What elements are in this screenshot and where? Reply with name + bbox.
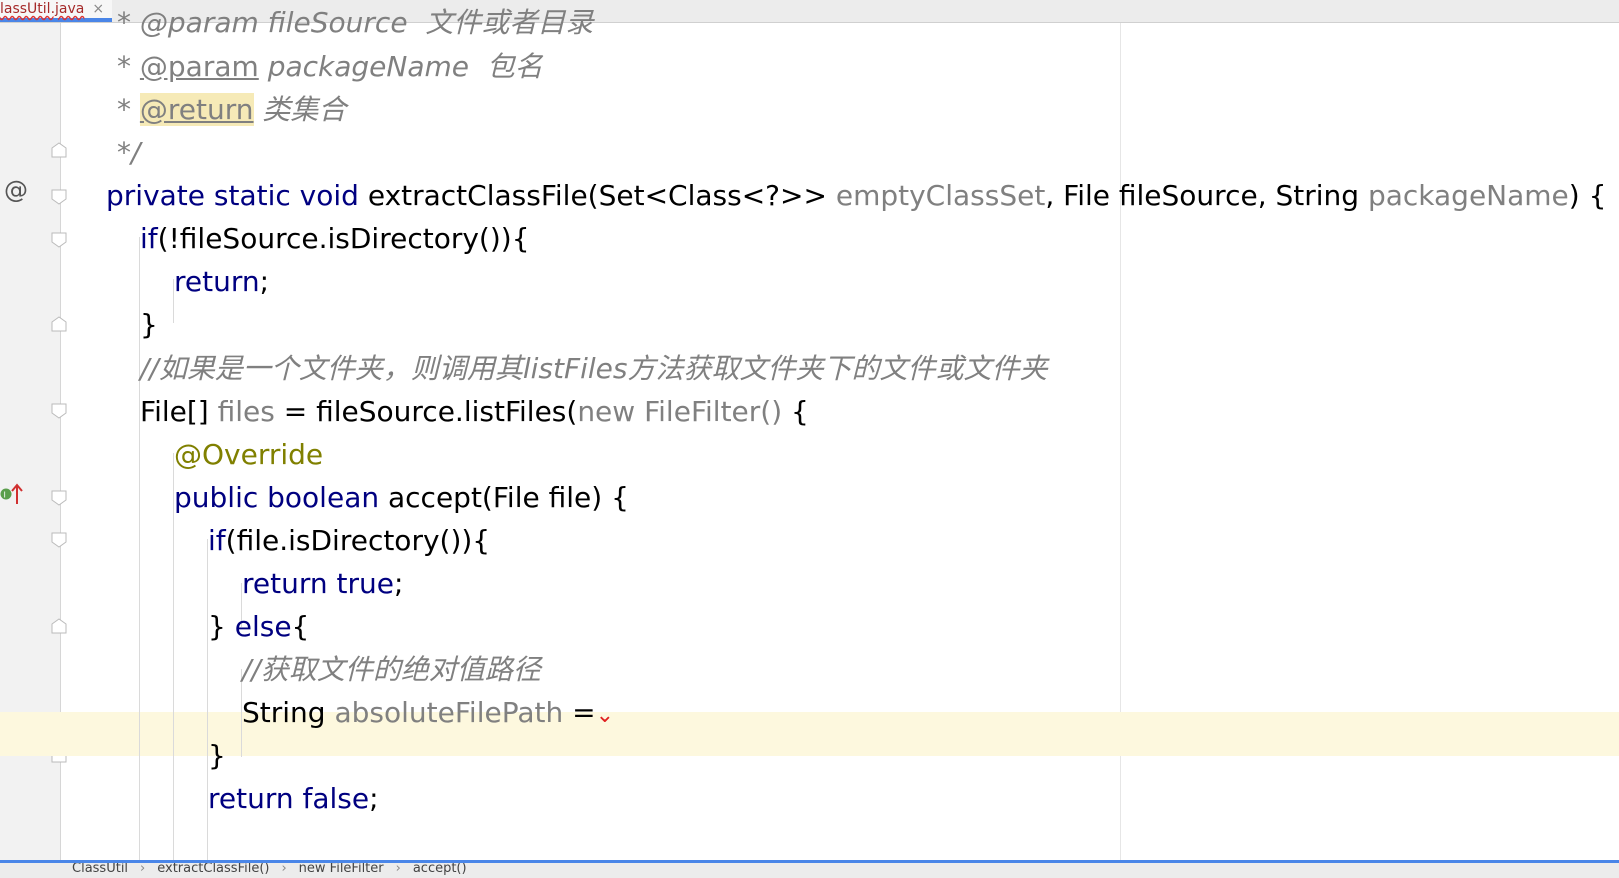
override-marker[interactable]: @ [4,176,28,204]
code-line: * @param packageName 包名 [117,45,543,89]
code-line: @Override [174,433,323,477]
breadcrumb: ClassUtil › extractClassFile() › new Fil… [0,860,1619,878]
keyword: if [208,524,226,557]
code-text: ; [259,265,270,298]
code-text: String [242,696,335,729]
code-text: (!fileSource.isDirectory()){ [157,222,530,255]
file-tab-label[interactable]: lassUtil.java [0,1,84,17]
file-tab[interactable]: lassUtil.java × [0,0,113,22]
code-text: { [291,610,310,643]
code-text: ; [393,567,404,600]
code-text: } [140,308,158,341]
keyword: public boolean [174,481,380,514]
code-text: accept(File file) { [379,481,629,514]
unused-parameter: emptyClassSet [835,179,1046,212]
breadcrumb-item[interactable]: new FileFilter [299,863,384,876]
javadoc-tag: @param [139,50,259,83]
doc-comment: packageName 包名 [258,50,543,83]
breadcrumb-item[interactable]: extractClassFile() [157,863,269,876]
keyword: if [140,222,158,255]
keyword: else [234,610,292,643]
keyword: return true [242,567,394,600]
code-line: * @param fileSource 文件或者目录 [117,9,593,45]
javadoc-tag-highlighted: @return [139,93,254,126]
code-text: } [208,610,235,643]
keyword: private static void [106,179,359,212]
code-line: if(!fileSource.isDirectory()){ [140,217,530,261]
code-line: return true; [242,562,403,606]
keyword: return false [208,782,370,815]
implements-method-icon[interactable]: I [0,482,26,506]
code-editor[interactable]: * @param fileSource 文件或者目录 * @param pack… [61,9,1619,860]
code-text: = fileSource.listFiles( [274,395,578,428]
keyword: return [174,265,260,298]
code-line: if(file.isDirectory()){ [208,519,490,563]
code-line: private static void extractClassFile(Set… [106,174,1606,218]
code-text: = [563,696,596,729]
svg-text:I: I [4,491,6,500]
code-line: return false; [208,777,379,821]
line-comment: //如果是一个文件夹，则调用其listFiles方法获取文件夹下的文件或文件夹 [140,352,1048,385]
code-line-current[interactable]: String absoluteFilePath =⌄ [242,691,614,735]
code-text: File[] [140,395,218,428]
doc-comment: * @param fileSource 文件或者目录 [117,6,594,39]
code-line: //如果是一个文件夹，则调用其listFiles方法获取文件夹下的文件或文件夹 [140,347,1047,391]
code-line: } else{ [208,605,309,649]
doc-comment: * [117,50,131,83]
code-line: //获取文件的绝对值路径 [242,648,541,692]
unused-variable: files [217,395,275,428]
code-line: File[] files = fileSource.listFiles(new … [140,390,809,434]
error-mark-icon: ⌄ [595,703,615,728]
breadcrumb-separator: › [395,861,401,876]
breadcrumb-separator: › [140,861,146,876]
close-icon[interactable]: × [92,1,104,17]
breadcrumb-separator: › [281,861,287,876]
breadcrumb-item[interactable]: accept() [413,863,467,876]
code-line: */ [117,131,140,175]
line-comment: //获取文件的绝对值路径 [242,653,541,686]
doc-comment: * [117,93,131,126]
code-line: } [140,303,158,347]
doc-comment-end: */ [117,136,141,169]
unused-variable: absoluteFilePath [334,696,564,729]
code-text: } [208,739,226,772]
code-text: (file.isDirectory()){ [225,524,491,557]
code-line: public boolean accept(File file) { [174,476,629,520]
unused-parameter: packageName [1367,179,1569,212]
code-text: { [782,395,809,428]
code-line: } [208,734,226,778]
annotation: @Override [174,438,324,471]
anonymous-class: new FileFilter() [577,395,783,428]
doc-comment: 类集合 [253,93,347,126]
code-text: ) { [1568,179,1607,212]
code-text: ; [369,782,379,815]
code-text: extractClassFile(Set<Class<?>> [358,179,836,212]
code-line: return; [174,260,269,304]
code-text: , File fileSource, String [1045,179,1368,212]
breadcrumb-item[interactable]: ClassUtil [72,863,128,876]
code-line: * @return 类集合 [117,88,346,132]
